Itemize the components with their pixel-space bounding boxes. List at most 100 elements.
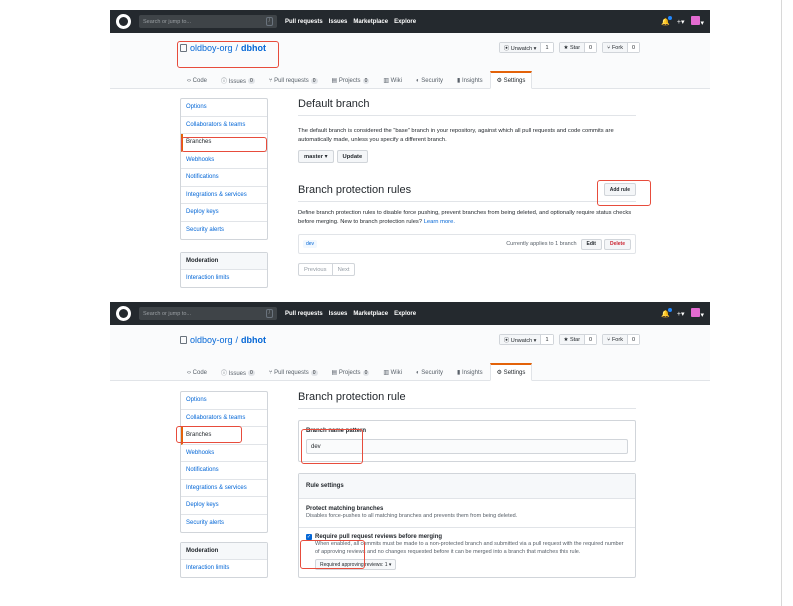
nav-issues[interactable]: Issues	[329, 19, 348, 25]
github-logo-icon[interactable]	[116, 306, 131, 321]
sidebar-item-security-alerts[interactable]: Security alerts	[181, 515, 267, 533]
previous-page-button[interactable]: Previous	[298, 263, 333, 276]
github-logo-icon[interactable]	[116, 14, 131, 29]
tab-insights[interactable]: ▮ Insights	[450, 363, 490, 381]
highlight-branches-item	[181, 137, 267, 152]
tab-insights-label: ▮ Insights	[456, 370, 483, 376]
repo-title: oldboy-org / dbhot	[180, 335, 266, 345]
repo-icon	[180, 336, 187, 344]
nav-marketplace[interactable]: Marketplace	[353, 311, 388, 317]
user-menu[interactable]: ▾	[691, 16, 704, 27]
sidebar-item-collaborators[interactable]: Collaborators & teams	[181, 410, 267, 427]
tab-code-label: ‹› Code	[187, 77, 208, 84]
star-button[interactable]: ★ Star 0	[558, 334, 598, 345]
watch-button[interactable]: ⦿ Unwatch ▾ 1	[498, 334, 554, 345]
search-input[interactable]: Search or jump to... /	[139, 15, 277, 28]
tab-pull-requests[interactable]: ⑂ Pull requests 0	[262, 363, 325, 381]
sidebar-item-interaction-limits[interactable]: Interaction limits	[181, 560, 267, 577]
header-actions: 🔔 +▾ ▾	[661, 15, 704, 27]
fork-count[interactable]: 0	[626, 335, 639, 344]
default-branch-controls: master ▾ Update	[298, 150, 636, 163]
repo-name-link[interactable]: dbhot	[241, 335, 266, 345]
tab-settings[interactable]: ⚙ Settings	[489, 363, 533, 381]
create-new-menu[interactable]: +▾	[677, 18, 685, 26]
tab-wiki[interactable]: ▥ Wiki	[376, 71, 409, 89]
tab-insights[interactable]: ▮ Insights	[450, 71, 490, 89]
tab-pull-requests[interactable]: ⑂ Pull requests 0	[262, 71, 325, 89]
repo-header: oldboy-org / dbhot ⦿ Unwatch ▾ 1 ★ Star …	[110, 325, 710, 381]
repo-owner-link[interactable]: oldboy-org	[190, 335, 233, 345]
sidebar-item-webhooks[interactable]: Webhooks	[181, 445, 267, 462]
nav-marketplace[interactable]: Marketplace	[353, 19, 388, 25]
tab-insights-label: ▮ Insights	[456, 78, 483, 84]
tab-code[interactable]: ‹› Code	[180, 71, 214, 89]
sidebar-item-notifications[interactable]: Notifications	[181, 169, 267, 187]
sidebar-item-security-alerts[interactable]: Security alerts	[181, 222, 267, 240]
sidebar-item-webhooks[interactable]: Webhooks	[181, 152, 267, 169]
search-shortcut-key: /	[265, 309, 273, 318]
moderation-heading: Moderation	[181, 543, 267, 560]
tab-code-label: ‹› Code	[187, 369, 208, 376]
protection-desc-text: Define branch protection rules to disabl…	[298, 210, 632, 225]
fork-label: ⑂ Fork	[603, 335, 627, 344]
protection-rule-title: Branch protection rule	[298, 391, 636, 409]
fork-button[interactable]: ⑂ Fork 0	[602, 334, 640, 345]
tab-security-label: ◐ Security	[416, 77, 443, 84]
notifications-bell-icon[interactable]: 🔔	[661, 15, 672, 26]
update-button[interactable]: Update	[336, 150, 369, 163]
notifications-bell-icon[interactable]: 🔔	[661, 307, 672, 318]
search-input[interactable]: Search or jump to... /	[139, 307, 277, 320]
star-button[interactable]: ★ Star 0	[558, 42, 598, 53]
nav-issues[interactable]: Issues	[329, 311, 348, 317]
user-menu[interactable]: ▾	[691, 308, 704, 319]
sidebar-item-deploy-keys[interactable]: Deploy keys	[181, 204, 267, 222]
star-count[interactable]: 0	[584, 43, 597, 52]
learn-more-link[interactable]: Learn more.	[424, 219, 455, 225]
tab-wiki-label: ▥ Wiki	[383, 78, 403, 84]
tab-code[interactable]: ‹› Code	[180, 363, 214, 381]
delete-rule-button[interactable]: Delete	[603, 238, 631, 250]
tab-security[interactable]: ◐ Security	[409, 363, 450, 381]
sidebar-item-integrations[interactable]: Integrations & services	[181, 480, 267, 497]
fork-button[interactable]: ⑂ Fork 0	[602, 42, 640, 53]
watch-button[interactable]: ⦿ Unwatch ▾ 1	[498, 42, 554, 53]
tab-wiki[interactable]: ▥ Wiki	[376, 363, 409, 381]
nav-explore[interactable]: Explore	[394, 311, 416, 317]
watch-count[interactable]: 1	[540, 335, 553, 344]
tab-projects[interactable]: ▤ Projects 0	[325, 71, 377, 89]
sidebar-item-deploy-keys[interactable]: Deploy keys	[181, 497, 267, 515]
tab-projects-count: 0	[362, 77, 370, 84]
next-page-button[interactable]: Next	[332, 263, 356, 276]
tab-projects[interactable]: ▤ Projects 0	[325, 363, 377, 381]
sidebar-item-notifications[interactable]: Notifications	[181, 462, 267, 480]
repo-separator: /	[235, 335, 239, 345]
protection-desc: Define branch protection rules to disabl…	[298, 209, 636, 227]
sidebar-item-options[interactable]: Options	[181, 392, 267, 410]
sidebar-item-collaborators[interactable]: Collaborators & teams	[181, 117, 267, 134]
search-placeholder: Search or jump to...	[143, 18, 191, 25]
tab-issues[interactable]: ⓘ Issues 0	[214, 71, 262, 89]
protection-title: Branch protection rules	[298, 183, 412, 196]
highlight-pattern-input	[301, 429, 363, 464]
star-count[interactable]: 0	[584, 335, 597, 344]
sidebar-item-options[interactable]: Options	[181, 99, 267, 117]
sidebar-item-interaction-limits[interactable]: Interaction limits	[181, 270, 267, 287]
branch-select[interactable]: master ▾	[298, 150, 334, 163]
tab-settings[interactable]: ⚙ Settings	[489, 71, 533, 89]
edit-rule-button[interactable]: Edit	[580, 238, 602, 250]
global-header: Search or jump to... / Pull requests Iss…	[110, 302, 710, 325]
create-new-menu[interactable]: +▾	[677, 310, 685, 318]
watch-count[interactable]: 1	[540, 43, 553, 52]
sidebar-item-integrations[interactable]: Integrations & services	[181, 187, 267, 204]
watch-label: ⦿ Unwatch ▾	[499, 43, 541, 52]
tab-security[interactable]: ◐ Security	[409, 71, 450, 89]
fork-count[interactable]: 0	[626, 43, 639, 52]
tab-issues-label: ⓘ Issues	[221, 371, 247, 377]
nav-pull-requests[interactable]: Pull requests	[285, 311, 323, 317]
tab-security-label: ◐ Security	[416, 369, 443, 376]
nav-pull-requests[interactable]: Pull requests	[285, 19, 323, 25]
tab-projects-label: ▤ Projects	[331, 78, 361, 84]
nav-explore[interactable]: Explore	[394, 19, 416, 25]
tab-issues[interactable]: ⓘ Issues 0	[214, 363, 262, 381]
user-menu-chevron-icon: ▾	[700, 312, 704, 319]
